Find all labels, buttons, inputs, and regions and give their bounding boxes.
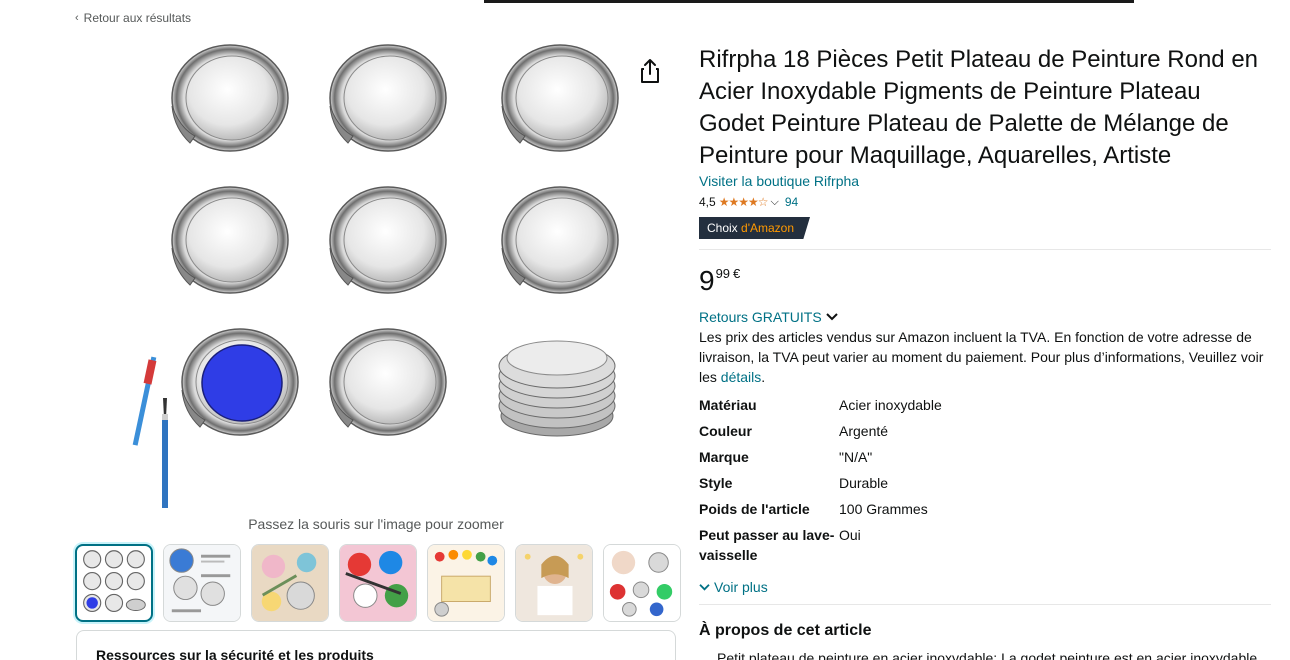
chevron-left-icon: ‹ — [75, 12, 79, 24]
thumbnail-strip — [75, 544, 681, 622]
badge-prefix: Choix — [707, 221, 742, 235]
about-title: À propos de cet article — [699, 622, 872, 639]
chevron-down-icon — [825, 313, 838, 321]
spec-value: "N/A" — [839, 449, 873, 465]
spec-key: Matériau — [699, 397, 757, 413]
spec-row: Matériau Acier inoxydable — [699, 395, 1271, 415]
see-more-link[interactable]: Voir plus — [699, 579, 768, 595]
thumbnail-3[interactable] — [251, 544, 329, 622]
spec-key: Style — [699, 475, 733, 491]
rating-count-link[interactable]: 94 — [785, 195, 798, 209]
thumbnail-1[interactable] — [75, 544, 153, 622]
tva-details-link[interactable]: détails — [721, 369, 761, 385]
spec-value: 100 Grammes — [839, 501, 928, 517]
spec-row: Poids de l'article 100 Grammes — [699, 499, 1271, 519]
thumbnail-6[interactable] — [515, 544, 593, 622]
back-to-results-label: Retour aux résultats — [83, 11, 192, 25]
rating-row: 4,5 ★★★★☆ ⌵ 94 — [699, 195, 798, 209]
chevron-down-icon — [699, 583, 710, 591]
spec-key: Poids de l'article — [699, 501, 810, 517]
product-title: Rifrpha 18 Pièces Petit Plateau de Peint… — [699, 46, 1259, 169]
price: 9 99 € — [699, 266, 740, 296]
price-whole: 9 — [699, 265, 715, 296]
tva-end: . — [761, 369, 766, 385]
spec-row: Style Durable — [699, 473, 1271, 493]
spec-key: Marque — [699, 449, 749, 465]
free-returns-label: Retours GRATUITS — [699, 309, 822, 325]
price-currency: € — [733, 266, 741, 281]
spec-row: Couleur Argenté — [699, 421, 1271, 441]
share-icon[interactable] — [638, 58, 662, 84]
main-product-image[interactable] — [132, 36, 632, 508]
see-more-label: Voir plus — [714, 579, 768, 595]
divider — [699, 249, 1271, 250]
store-link[interactable]: Visiter la boutique Rifrpha — [699, 173, 859, 189]
tva-notice: Les prix des articles vendus sur Amazon … — [699, 327, 1271, 387]
badge-brand: d'Amazon — [741, 221, 795, 235]
rating-value[interactable]: 4,5 — [699, 195, 716, 209]
amazons-choice-badge: Choix d'Amazon — [699, 217, 811, 239]
zoom-hint: Passez la souris sur l'image pour zoomer — [248, 516, 504, 532]
spec-row: Peut passer au lave-vaisselle Oui — [699, 525, 1271, 565]
spec-row: Marque "N/A" — [699, 447, 1271, 467]
thumbnail-4[interactable] — [339, 544, 417, 622]
spec-value: Oui — [839, 527, 861, 543]
thumbnail-5[interactable] — [427, 544, 505, 622]
spec-value: Durable — [839, 475, 889, 491]
tva-text: Les prix des articles vendus sur Amazon … — [699, 329, 1264, 385]
free-returns-link[interactable]: Retours GRATUITS — [699, 309, 838, 325]
safety-resources-title: Ressources sur la sécurité et les produi… — [96, 647, 374, 660]
about-bullet: Petit plateau de peinture en acier inoxy… — [717, 648, 1277, 660]
star-rating-icon[interactable]: ★★★★☆ — [719, 195, 769, 209]
spec-value: Acier inoxydable — [839, 397, 942, 413]
chevron-down-icon[interactable]: ⌵ — [770, 196, 778, 209]
thumbnail-7[interactable] — [603, 544, 681, 622]
specs-table: Matériau Acier inoxydable Couleur Argent… — [699, 395, 1271, 571]
spec-value: Argenté — [839, 423, 889, 439]
safety-resources-box[interactable]: Ressources sur la sécurité et les produi… — [76, 630, 676, 660]
spec-key: Peut passer au lave-vaisselle — [699, 527, 835, 563]
top-banner — [484, 0, 1134, 3]
spec-key: Couleur — [699, 423, 752, 439]
back-to-results-link[interactable]: ‹ Retour aux résultats — [75, 11, 191, 25]
price-fraction: 99 — [715, 266, 731, 281]
thumbnail-2[interactable] — [163, 544, 241, 622]
divider — [699, 604, 1271, 605]
